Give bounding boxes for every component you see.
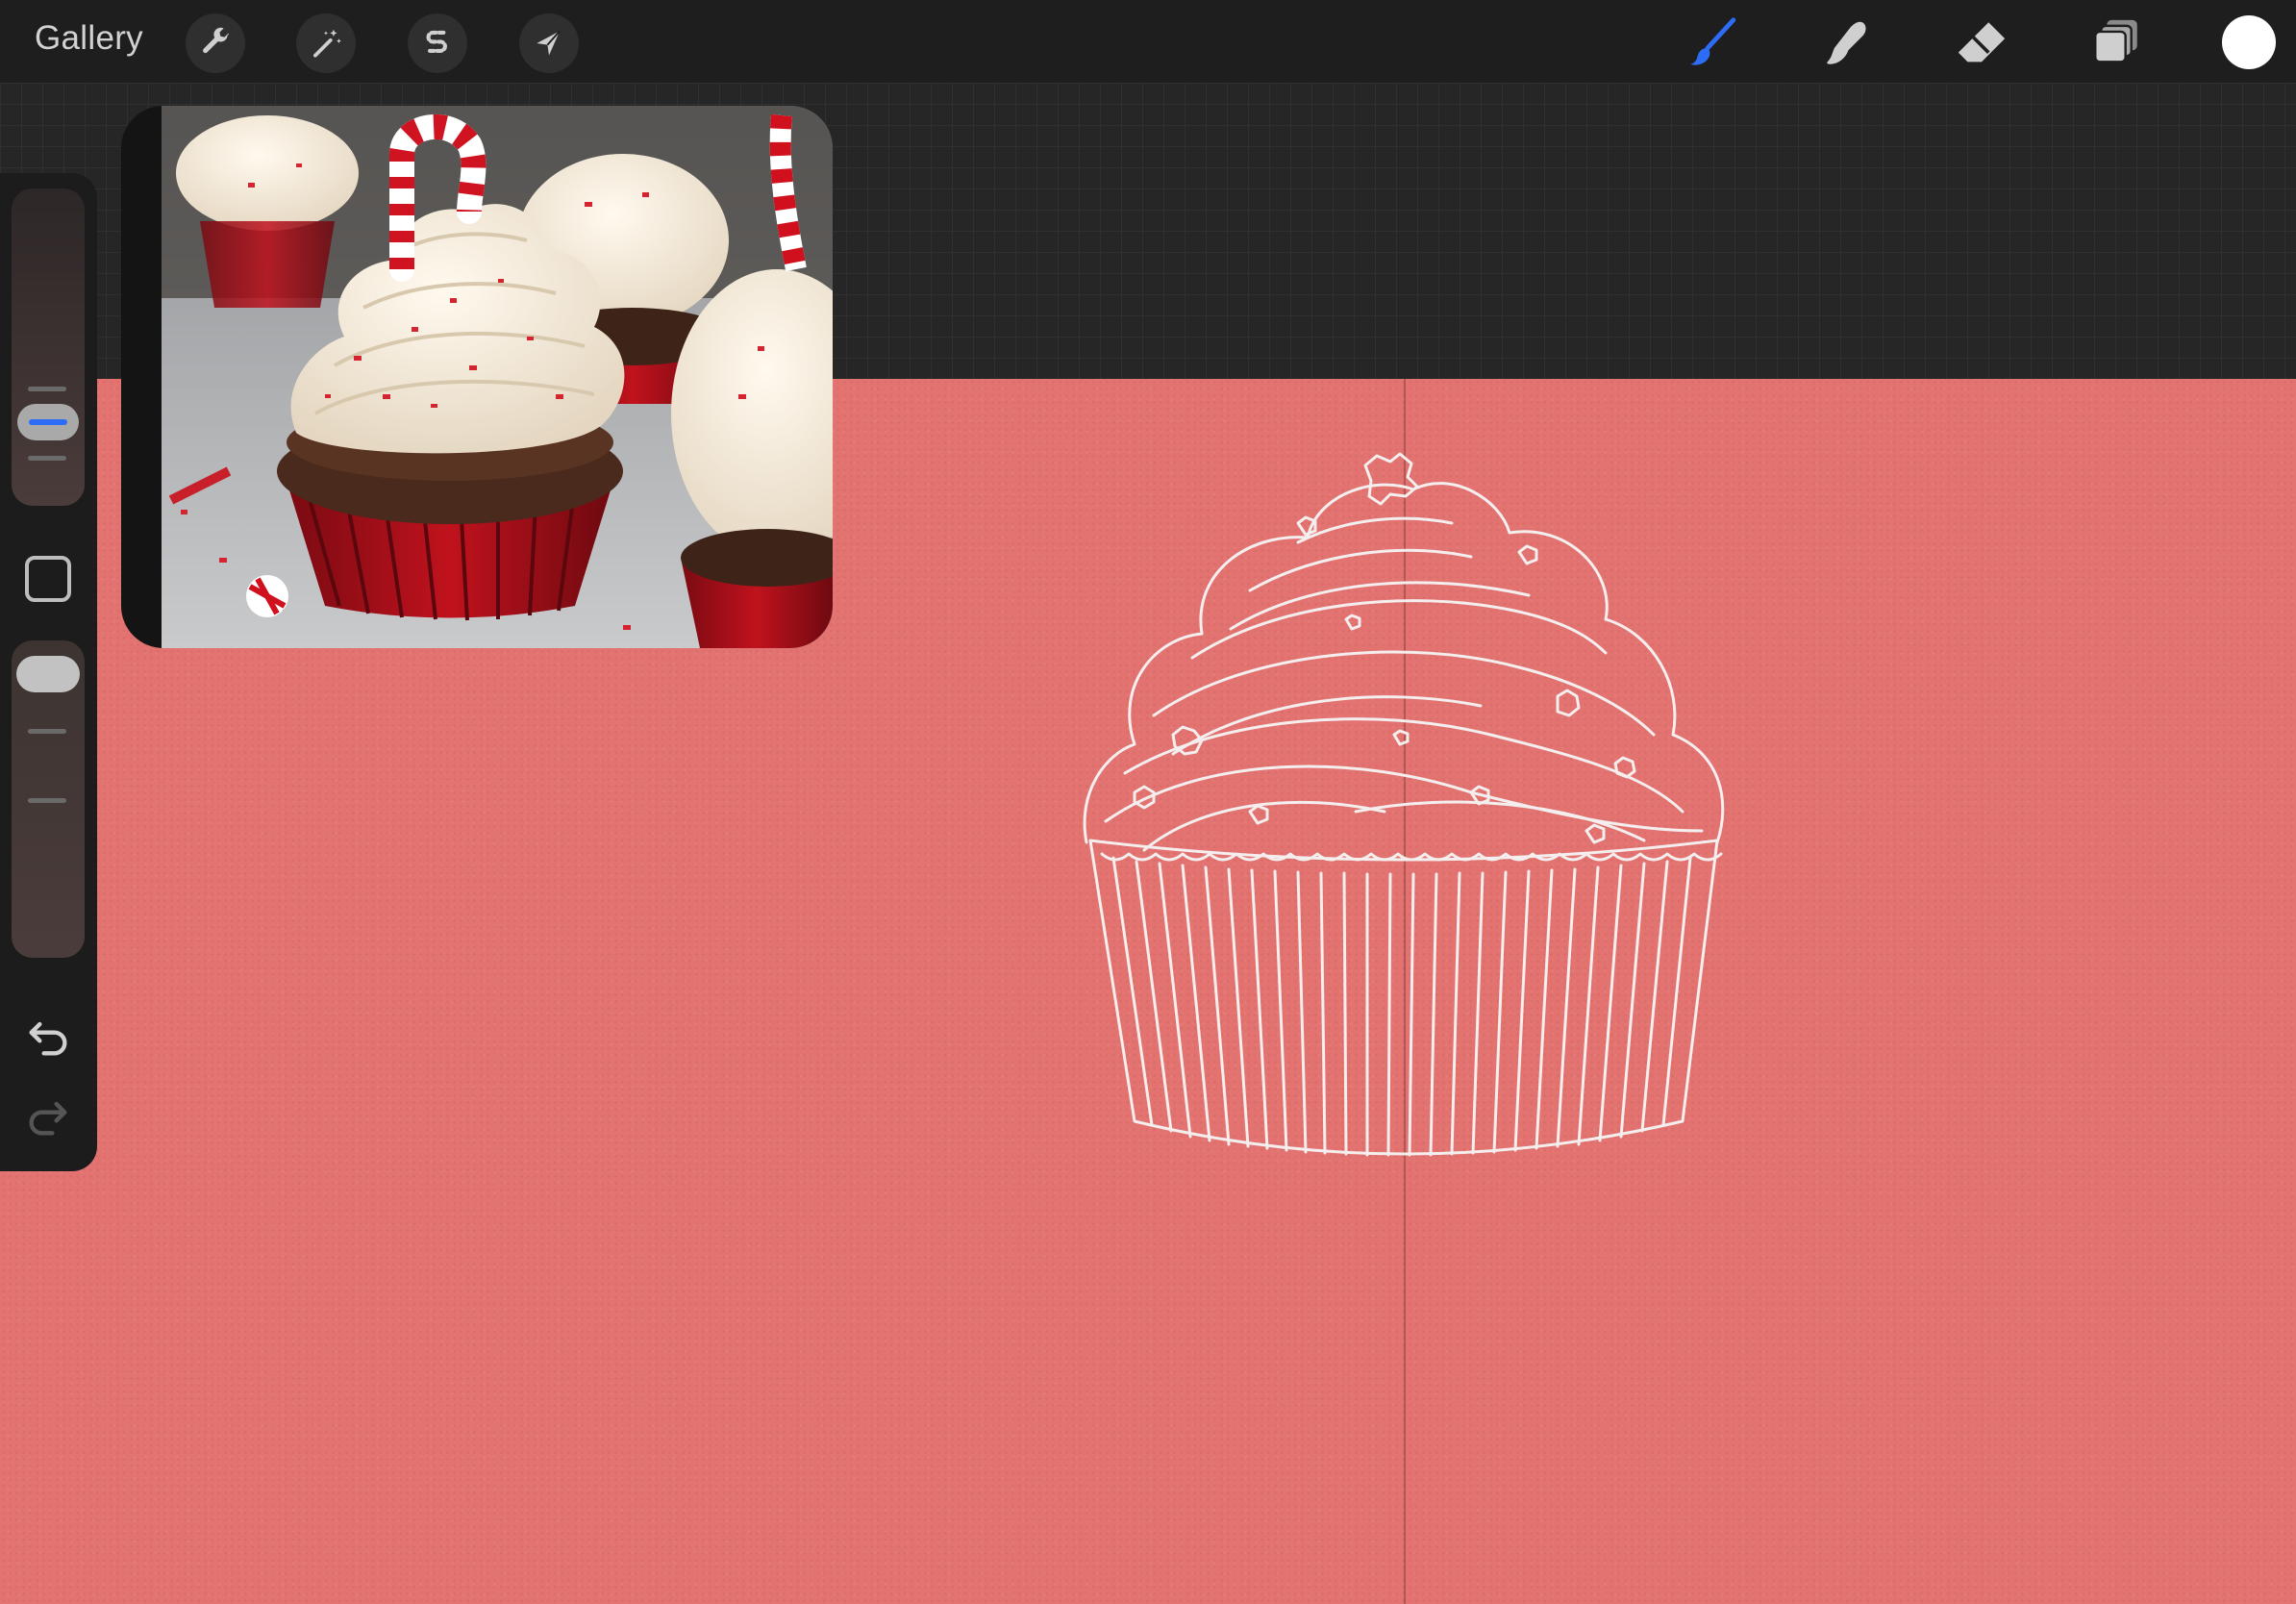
size-tick [28,456,66,461]
cupcake-sketch [1083,452,1725,1157]
opacity-tick [28,729,66,734]
opacity-handle[interactable] [16,656,80,692]
color-picker-swatch[interactable] [2222,15,2276,69]
transform-button[interactable] [519,13,579,73]
peppermint-cupcakes-photo [162,106,833,648]
size-handle-indicator [29,419,67,425]
opacity-tick [28,798,66,803]
reference-window[interactable] [121,106,833,648]
wrench-icon [203,27,229,54]
brush-icon [1690,17,1736,65]
arrow-cursor-icon [537,30,561,56]
size-tick [28,387,66,391]
eraser-icon [1958,22,2006,63]
selection-button[interactable] [408,13,467,73]
brush-size-slider[interactable] [12,188,85,506]
selection-s-icon [426,30,447,53]
adjustments-button[interactable] [296,13,356,73]
actions-button[interactable] [186,13,245,73]
layers-button[interactable] [2086,13,2146,73]
left-sidebar [0,173,97,1171]
eraser-button[interactable] [1952,13,2011,73]
smudge-button[interactable] [1816,13,1876,73]
layers-icon [2094,19,2137,63]
magic-wand-icon [313,29,341,58]
redo-icon[interactable] [23,1091,73,1141]
smudge-finger-icon [1827,21,1866,64]
undo-icon[interactable] [23,1012,73,1062]
paint-brush-button[interactable] [1683,13,1742,73]
top-toolbar: Gallery [0,0,2296,83]
gallery-button[interactable]: Gallery [35,19,143,58]
modify-button[interactable] [25,556,71,602]
brush-size-handle[interactable] [17,404,79,440]
